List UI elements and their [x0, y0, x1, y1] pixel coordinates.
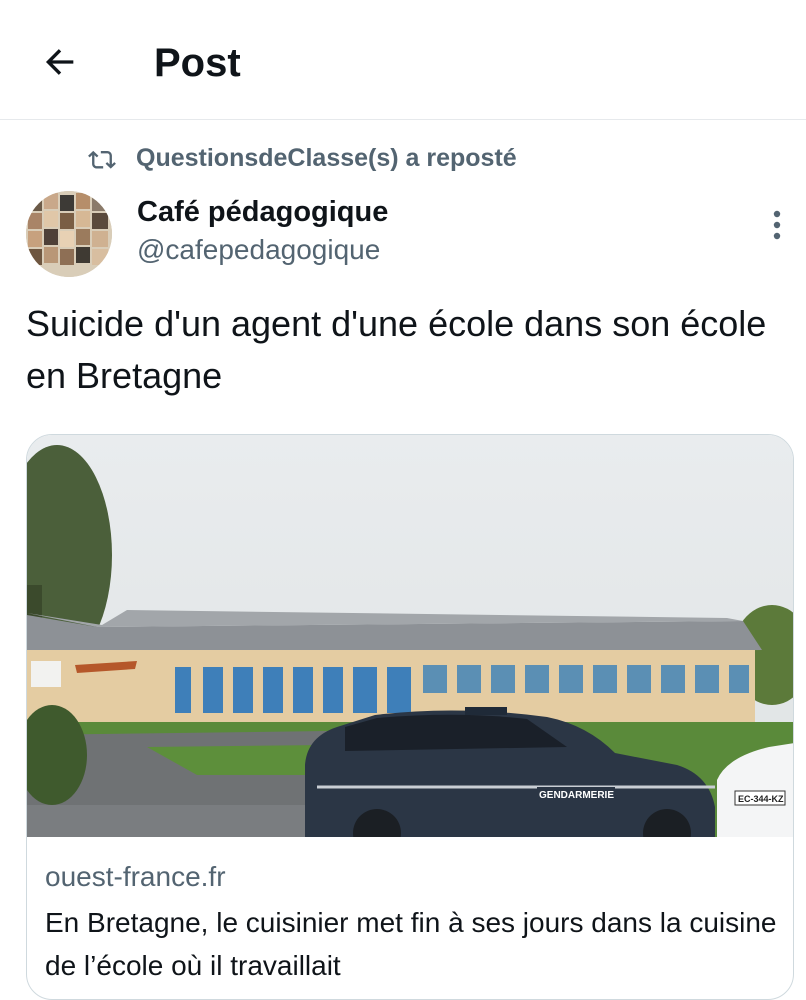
card-domain: ouest-france.fr: [45, 861, 226, 892]
tweet-text: Suicide d'un agent d'une école dans son …: [26, 303, 767, 396]
more-options-button[interactable]: [760, 205, 794, 245]
repost-indicator[interactable]: QuestionsdeClasse(s) a reposté: [88, 138, 517, 178]
retweet-icon: [88, 143, 118, 173]
license-plate: EC-344-KZ: [738, 794, 784, 804]
card-image: GENDARMERIE EC-344-KZ: [27, 435, 793, 837]
avatar[interactable]: [26, 191, 112, 277]
top-bar: Post: [0, 0, 806, 120]
back-button[interactable]: [36, 38, 84, 86]
car-label: GENDARMERIE: [539, 790, 614, 801]
author-name[interactable]: Café pédagogique: [137, 193, 388, 231]
repost-label: QuestionsdeClasse(s) a reposté: [136, 143, 517, 172]
card-title: En Bretagne, le cuisinier met fin à ses …: [45, 907, 777, 981]
arrow-left-icon: [45, 49, 74, 75]
more-vertical-icon: [773, 210, 781, 240]
link-card[interactable]: GENDARMERIE EC-344-KZ ouest-france.fr En…: [26, 434, 794, 1000]
page-title: Post: [154, 41, 241, 85]
author-handle[interactable]: @cafepedagogique: [137, 232, 380, 268]
